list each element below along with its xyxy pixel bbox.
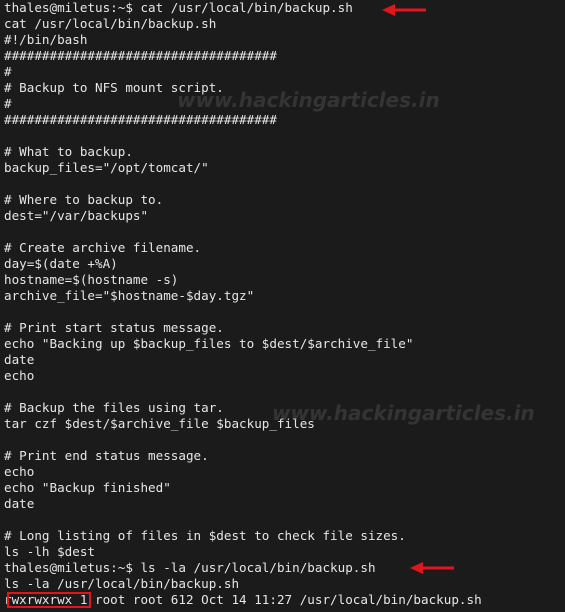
terminal-line: day=$(date +%A) [4,256,118,271]
terminal-line: # Print start status message. [4,320,224,335]
terminal-line: echo [4,368,35,383]
terminal-line: # Create archive filename. [4,240,202,255]
terminal-line: archive_file="$hostname-$day.tgz" [4,288,255,303]
terminal-line: # Backup the files using tar. [4,400,224,415]
terminal-window: thales@miletus:~$ cat /usr/local/bin/bac… [0,0,565,612]
terminal-line: echo "Backing up $backup_files to $dest/… [4,336,414,351]
terminal-line: tar czf $dest/$archive_file $backup_file… [4,416,315,431]
red-highlight-box [7,592,91,608]
terminal-line: #################################### [4,112,277,127]
terminal-line: echo [4,464,35,479]
terminal-line: hostname=$(hostname -s) [4,272,179,287]
terminal-line: # Long listing of files in $dest to chec… [4,528,406,543]
terminal-line: echo "Backup finished" [4,480,171,495]
terminal-line: date [4,352,35,367]
terminal-line: date [4,496,35,511]
terminal-line: ls -la /usr/local/bin/backup.sh [4,576,240,591]
terminal-line: cat /usr/local/bin/backup.sh [4,16,217,31]
red-arrow-left-icon [382,4,426,16]
terminal-line: #!/bin/bash [4,32,88,47]
terminal-line: ls -lh $dest [4,544,95,559]
terminal-line: dest="/var/backups" [4,208,149,223]
terminal-line: backup_files="/opt/tomcat/" [4,160,209,175]
terminal-line: # Print end status message. [4,448,209,463]
terminal-line: # Backup to NFS mount script. [4,80,224,95]
terminal-line: # Where to backup to. [4,192,164,207]
terminal-line: thales@miletus:~$ cat /usr/local/bin/bac… [4,0,353,15]
red-arrow-left-icon [410,562,454,574]
terminal-line: # [4,96,12,111]
terminal-line: #################################### [4,48,277,63]
terminal-line: # What to backup. [4,144,133,159]
terminal-line: # [4,64,12,79]
terminal-line: thales@miletus:~$ ls -la /usr/local/bin/… [4,560,376,575]
